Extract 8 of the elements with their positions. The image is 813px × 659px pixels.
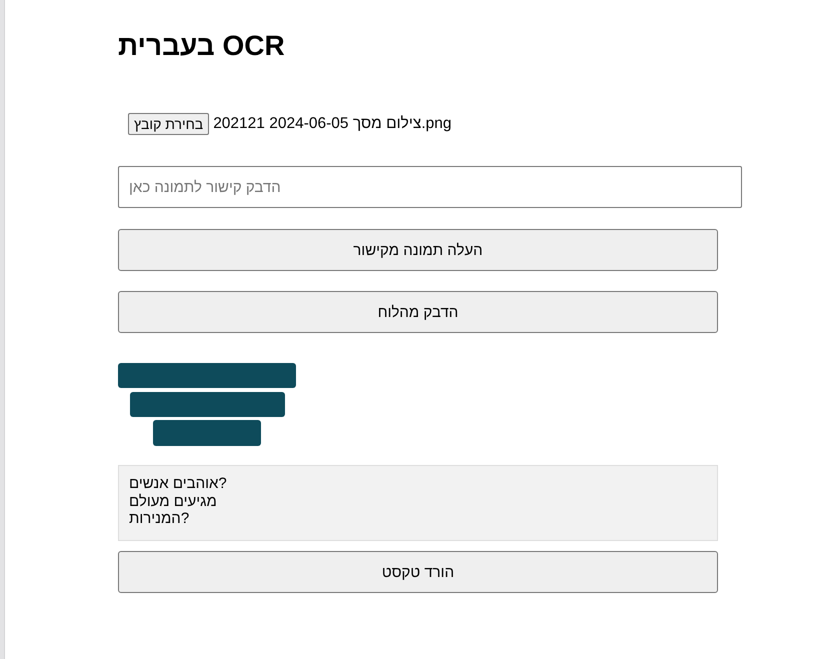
action-button[interactable]: הדבק מהלוח bbox=[118, 291, 718, 333]
url-input-field[interactable]: הדבק קישור לתמונה כאן bbox=[118, 166, 742, 208]
download-text-button[interactable]: הורד טקסט bbox=[118, 551, 718, 593]
action-button[interactable]: העלה תמונה מקישור bbox=[118, 229, 718, 271]
choose-file-button[interactable]: בחירת קובץ bbox=[128, 113, 210, 135]
page-title: בעברית OCR bbox=[118, 29, 285, 63]
ocr-result-text: אוהבים אנשים? מגיעים מעולם המנירות? bbox=[129, 475, 227, 528]
file-name: צילום מסך 2024-06-05 202121.png bbox=[213, 114, 452, 134]
